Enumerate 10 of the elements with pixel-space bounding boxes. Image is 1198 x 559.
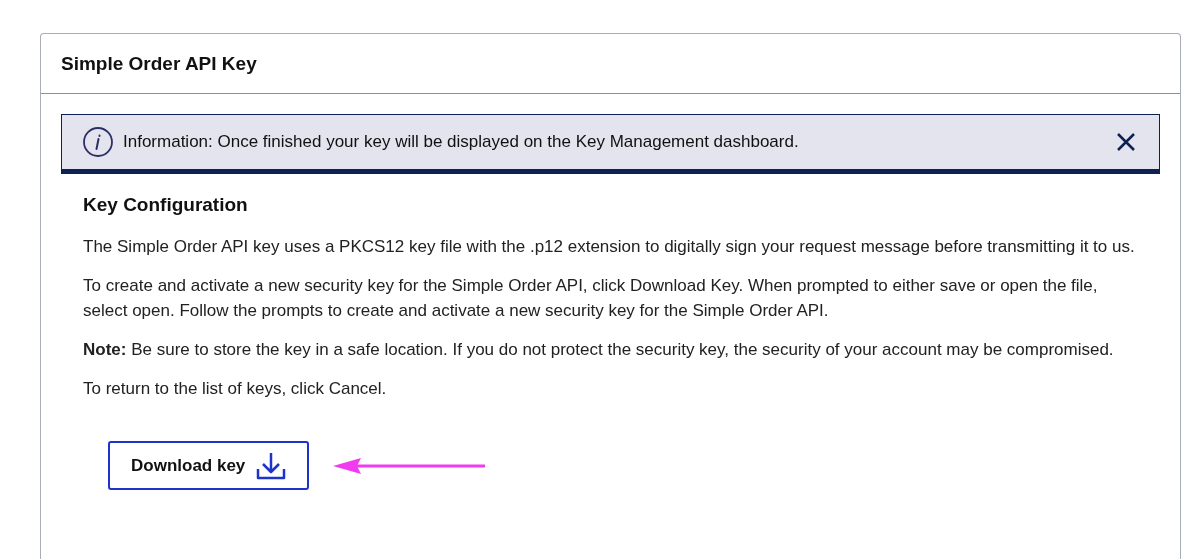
paragraph: To return to the list of keys, click Cancel. (83, 378, 388, 400)
close-button[interactable] (1115, 131, 1137, 153)
paragraph: To create and activate a new security key for the Simple Order API, click Download Key. When prompted to either save or open the file, select open. Follow the prompts to create and activate a new security key for the Simple Order API. (83, 275, 1099, 322)
info-icon (82, 126, 114, 158)
panel-title: Simple Order API Key (61, 52, 257, 75)
section-heading: Key Configuration (83, 194, 249, 216)
info-message: Information: Once finished your key will be displayed on the Key Management dashboard. (123, 132, 800, 152)
paragraph: The Simple Order API key uses a PKCS12 key file with the .p12 extension to digitally sign your request message before transmitting it to us. (83, 236, 1136, 258)
paragraph: Note: Be sure to store the key in a safe location. If you do not protect the security key, the security of your account may be compromised. (83, 339, 1115, 361)
download-button[interactable]: Download key (108, 441, 310, 490)
